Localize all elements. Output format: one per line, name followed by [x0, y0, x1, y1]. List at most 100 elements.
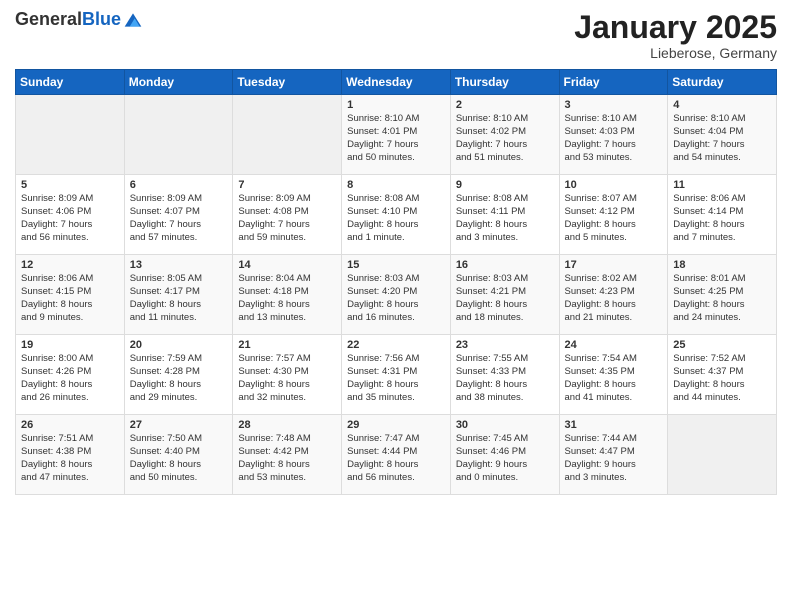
day-info: Sunrise: 8:02 AM Sunset: 4:23 PM Dayligh… — [565, 273, 663, 324]
day-info: Sunrise: 8:10 AM Sunset: 4:04 PM Dayligh… — [673, 113, 771, 164]
day-info: Sunrise: 8:04 AM Sunset: 4:18 PM Dayligh… — [238, 273, 336, 324]
calendar-cell: 15 Sunrise: 8:03 AM Sunset: 4:20 PM Dayli… — [342, 255, 451, 335]
day-info: Sunrise: 8:10 AM Sunset: 4:01 PM Dayligh… — [347, 113, 445, 164]
location: Lieberose, Germany — [574, 45, 777, 61]
calendar-cell: 30Sunrise: 7:45 AM Sunset: 4:46 PM Dayli… — [450, 415, 559, 495]
calendar-cell: 20Sunrise: 7:59 AM Sunset: 4:28 PM Dayli… — [124, 335, 233, 415]
day-info: Sunrise: 8:03 AM Sunset: 4:20 PM Dayligh… — [347, 273, 445, 324]
day-number: 25 — [673, 339, 771, 351]
calendar-cell: 3Sunrise: 8:10 AM Sunset: 4:03 PM Daylig… — [559, 95, 668, 175]
calendar-cell — [16, 95, 125, 175]
calendar-cell: 19 Sunrise: 8:00 AM Sunset: 4:26 PM Dayli… — [16, 335, 125, 415]
day-info: Sunrise: 7:56 AM Sunset: 4:31 PM Dayligh… — [347, 353, 445, 404]
day-number: 29 — [347, 419, 445, 431]
day-number: 10 — [565, 179, 663, 191]
day-number: 27 — [130, 419, 228, 431]
day-number: 7 — [238, 179, 336, 191]
calendar-cell: 24 Sunrise: 7:54 AM Sunset: 4:35 PM Dayli… — [559, 335, 668, 415]
week-row-3: 19 Sunrise: 8:00 AM Sunset: 4:26 PM Dayli… — [16, 335, 777, 415]
calendar-cell — [124, 95, 233, 175]
day-number: 14 — [238, 259, 336, 271]
day-number: 17 — [565, 259, 663, 271]
calendar-cell: 16 Sunrise: 8:03 AM Sunset: 4:21 PM Dayli… — [450, 255, 559, 335]
day-info: Sunrise: 7:54 AM Sunset: 4:35 PM Dayligh… — [565, 353, 663, 404]
calendar-cell: 11 Sunrise: 8:06 AM Sunset: 4:14 PM Dayli… — [668, 175, 777, 255]
header-wednesday: Wednesday — [342, 70, 451, 95]
day-number: 31 — [565, 419, 663, 431]
day-number: 26 — [21, 419, 119, 431]
calendar-cell: 25 Sunrise: 7:52 AM Sunset: 4:37 PM Dayli… — [668, 335, 777, 415]
header-monday: Monday — [124, 70, 233, 95]
calendar-cell: 21 Sunrise: 7:57 AM Sunset: 4:30 PM Dayli… — [233, 335, 342, 415]
day-info: Sunrise: 8:08 AM Sunset: 4:10 PM Dayligh… — [347, 193, 445, 244]
calendar-cell: 12Sunrise: 8:06 AM Sunset: 4:15 PM Dayli… — [16, 255, 125, 335]
weekday-header-row: Sunday Monday Tuesday Wednesday Thursday… — [16, 70, 777, 95]
day-info: Sunrise: 7:45 AM Sunset: 4:46 PM Dayligh… — [456, 433, 554, 484]
day-number: 6 — [130, 179, 228, 191]
day-number: 24 — [565, 339, 663, 351]
week-row-2: 12Sunrise: 8:06 AM Sunset: 4:15 PM Dayli… — [16, 255, 777, 335]
calendar-cell: 4 Sunrise: 8:10 AM Sunset: 4:04 PM Daylig… — [668, 95, 777, 175]
calendar-cell: 18Sunrise: 8:01 AM Sunset: 4:25 PM Dayli… — [668, 255, 777, 335]
calendar-cell: 6 Sunrise: 8:09 AM Sunset: 4:07 PM Daylig… — [124, 175, 233, 255]
page-container: GeneralBlue January 2025 Lieberose, Germ… — [0, 0, 792, 612]
calendar-cell: 2 Sunrise: 8:10 AM Sunset: 4:02 PM Daylig… — [450, 95, 559, 175]
calendar-cell: 31 Sunrise: 7:44 AM Sunset: 4:47 PM Dayli… — [559, 415, 668, 495]
calendar-cell: 26 Sunrise: 7:51 AM Sunset: 4:38 PM Dayli… — [16, 415, 125, 495]
day-info: Sunrise: 7:51 AM Sunset: 4:38 PM Dayligh… — [21, 433, 119, 484]
calendar-cell: 17 Sunrise: 8:02 AM Sunset: 4:23 PM Dayli… — [559, 255, 668, 335]
day-number: 2 — [456, 99, 554, 111]
week-row-1: 5 Sunrise: 8:09 AM Sunset: 4:06 PM Daylig… — [16, 175, 777, 255]
calendar: Sunday Monday Tuesday Wednesday Thursday… — [15, 69, 777, 495]
day-number: 5 — [21, 179, 119, 191]
day-info: Sunrise: 8:07 AM Sunset: 4:12 PM Dayligh… — [565, 193, 663, 244]
logo-blue: Blue — [82, 9, 121, 29]
day-info: Sunrise: 7:44 AM Sunset: 4:47 PM Dayligh… — [565, 433, 663, 484]
day-info: Sunrise: 7:48 AM Sunset: 4:42 PM Dayligh… — [238, 433, 336, 484]
day-info: Sunrise: 8:03 AM Sunset: 4:21 PM Dayligh… — [456, 273, 554, 324]
day-info: Sunrise: 8:08 AM Sunset: 4:11 PM Dayligh… — [456, 193, 554, 244]
calendar-cell: 28 Sunrise: 7:48 AM Sunset: 4:42 PM Dayli… — [233, 415, 342, 495]
day-number: 22 — [347, 339, 445, 351]
day-info: Sunrise: 7:50 AM Sunset: 4:40 PM Dayligh… — [130, 433, 228, 484]
calendar-cell: 5 Sunrise: 8:09 AM Sunset: 4:06 PM Daylig… — [16, 175, 125, 255]
day-info: Sunrise: 8:00 AM Sunset: 4:26 PM Dayligh… — [21, 353, 119, 404]
day-info: Sunrise: 8:06 AM Sunset: 4:15 PM Dayligh… — [21, 273, 119, 324]
day-info: Sunrise: 8:10 AM Sunset: 4:02 PM Dayligh… — [456, 113, 554, 164]
calendar-cell: 10 Sunrise: 8:07 AM Sunset: 4:12 PM Dayli… — [559, 175, 668, 255]
week-row-4: 26 Sunrise: 7:51 AM Sunset: 4:38 PM Dayli… — [16, 415, 777, 495]
logo-icon — [123, 10, 143, 30]
day-info: Sunrise: 8:09 AM Sunset: 4:06 PM Dayligh… — [21, 193, 119, 244]
title-section: January 2025 Lieberose, Germany — [574, 10, 777, 61]
calendar-cell: 8Sunrise: 8:08 AM Sunset: 4:10 PM Daylig… — [342, 175, 451, 255]
day-number: 19 — [21, 339, 119, 351]
header-saturday: Saturday — [668, 70, 777, 95]
calendar-cell: 13Sunrise: 8:05 AM Sunset: 4:17 PM Dayli… — [124, 255, 233, 335]
header-sunday: Sunday — [16, 70, 125, 95]
day-number: 28 — [238, 419, 336, 431]
day-info: Sunrise: 7:57 AM Sunset: 4:30 PM Dayligh… — [238, 353, 336, 404]
day-number: 11 — [673, 179, 771, 191]
day-number: 15 — [347, 259, 445, 271]
day-info: Sunrise: 7:52 AM Sunset: 4:37 PM Dayligh… — [673, 353, 771, 404]
day-info: Sunrise: 8:05 AM Sunset: 4:17 PM Dayligh… — [130, 273, 228, 324]
day-number: 18 — [673, 259, 771, 271]
day-info: Sunrise: 8:09 AM Sunset: 4:07 PM Dayligh… — [130, 193, 228, 244]
day-number: 21 — [238, 339, 336, 351]
calendar-cell: 22 Sunrise: 7:56 AM Sunset: 4:31 PM Dayli… — [342, 335, 451, 415]
calendar-cell: 29 Sunrise: 7:47 AM Sunset: 4:44 PM Dayli… — [342, 415, 451, 495]
calendar-cell: 23 Sunrise: 7:55 AM Sunset: 4:33 PM Dayli… — [450, 335, 559, 415]
day-number: 4 — [673, 99, 771, 111]
logo-general: General — [15, 9, 82, 29]
day-info: Sunrise: 7:59 AM Sunset: 4:28 PM Dayligh… — [130, 353, 228, 404]
calendar-cell: 1Sunrise: 8:10 AM Sunset: 4:01 PM Daylig… — [342, 95, 451, 175]
week-row-0: 1Sunrise: 8:10 AM Sunset: 4:01 PM Daylig… — [16, 95, 777, 175]
day-info: Sunrise: 7:47 AM Sunset: 4:44 PM Dayligh… — [347, 433, 445, 484]
day-info: Sunrise: 8:06 AM Sunset: 4:14 PM Dayligh… — [673, 193, 771, 244]
day-number: 23 — [456, 339, 554, 351]
day-info: Sunrise: 7:55 AM Sunset: 4:33 PM Dayligh… — [456, 353, 554, 404]
day-number: 9 — [456, 179, 554, 191]
calendar-cell: 14 Sunrise: 8:04 AM Sunset: 4:18 PM Dayli… — [233, 255, 342, 335]
day-number: 16 — [456, 259, 554, 271]
header-tuesday: Tuesday — [233, 70, 342, 95]
